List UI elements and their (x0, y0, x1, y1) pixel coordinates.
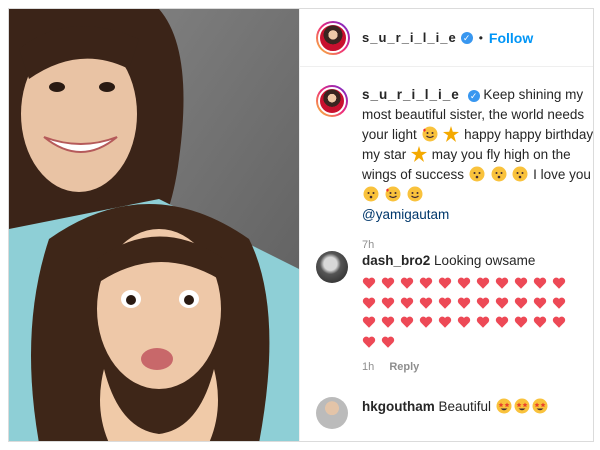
kissing-face-icon (363, 186, 379, 202)
comment-item: hkgoutham Beautiful (316, 397, 593, 429)
header-separator: • (478, 30, 483, 45)
red-heart-icon (400, 278, 414, 290)
red-heart-icon (419, 317, 433, 329)
post-photo[interactable] (9, 9, 299, 441)
photo-illustration (9, 9, 299, 441)
red-heart-icon (438, 278, 452, 290)
red-heart-icon (438, 297, 452, 309)
star-struck-icon (496, 398, 512, 414)
red-heart-icon (419, 278, 433, 290)
red-heart-icon (533, 317, 547, 329)
commenter-avatar[interactable] (316, 251, 348, 283)
red-heart-icon (514, 278, 528, 290)
red-heart-icon (552, 317, 566, 329)
author-username[interactable]: s_u_r_i_l_i_e (362, 30, 457, 45)
sparkle-star-icon (443, 126, 460, 142)
star-struck-icon (532, 398, 548, 414)
comment-text: dash_bro2 Looking owsame (362, 251, 592, 351)
red-heart-icon (476, 297, 490, 309)
red-heart-icon (362, 317, 376, 329)
red-heart-icon (419, 297, 433, 309)
follow-button[interactable]: Follow (489, 30, 533, 46)
red-heart-icon (495, 317, 509, 329)
red-heart-icon (362, 297, 376, 309)
red-heart-icon (362, 336, 376, 348)
red-heart-icon (533, 278, 547, 290)
instagram-post: s_u_r_i_l_i_e ✓ • Follow s_u_r_i_l_i_e ✓… (8, 8, 594, 442)
commenter-username[interactable]: hkgoutham (362, 399, 435, 414)
red-heart-icon (381, 297, 395, 309)
post-caption: s_u_r_i_l_i_e ✓ Keep shining my most bea… (316, 85, 593, 251)
red-heart-icon (400, 297, 414, 309)
comment-body: Looking owsame (434, 253, 536, 268)
mention-link[interactable]: @yamigautam (362, 207, 449, 222)
red-heart-icon (457, 297, 471, 309)
star-struck-icon (514, 398, 530, 414)
smiling-face-with-hearts-icon (422, 126, 438, 142)
verified-badge-icon: ✓ (467, 90, 480, 102)
red-heart-icon (476, 317, 490, 329)
post-side-panel: s_u_r_i_l_i_e ✓ • Follow s_u_r_i_l_i_e ✓… (299, 9, 593, 441)
caption-text: s_u_r_i_l_i_e ✓ Keep shining my most bea… (362, 85, 593, 225)
sparkle-star-icon (411, 146, 428, 162)
kissing-face-icon (491, 166, 507, 182)
verified-badge-icon: ✓ (460, 31, 473, 44)
caption-timestamp[interactable]: 7h (362, 239, 593, 251)
red-heart-icon (381, 278, 395, 290)
caption-username[interactable]: s_u_r_i_l_i_e (362, 87, 460, 102)
red-heart-icon (495, 297, 509, 309)
caption-avatar[interactable] (316, 85, 348, 117)
red-heart-icon (476, 278, 490, 290)
commenter-avatar[interactable] (316, 397, 348, 429)
smiling-face-with-hearts-icon (385, 186, 401, 202)
comment-text: hkgoutham Beautiful (362, 397, 592, 417)
post-header: s_u_r_i_l_i_e ✓ • Follow (300, 9, 593, 67)
red-heart-icon (495, 278, 509, 290)
red-heart-icon (457, 278, 471, 290)
red-heart-icon (552, 278, 566, 290)
comment-item: dash_bro2 Looking owsame 1h Reply (316, 251, 593, 373)
heart-emoji-list (362, 273, 572, 351)
red-heart-icon (438, 317, 452, 329)
red-heart-icon (400, 317, 414, 329)
comment-timestamp[interactable]: 1h (362, 361, 374, 373)
kissing-face-icon (469, 166, 485, 182)
caption-text-part-4: I love you (533, 167, 591, 182)
red-heart-icon (514, 297, 528, 309)
smiling-face-with-hearts-icon (407, 186, 423, 202)
kissing-face-icon (512, 166, 528, 182)
red-heart-icon (552, 297, 566, 309)
red-heart-icon (457, 317, 471, 329)
red-heart-icon (514, 317, 528, 329)
star-struck-emoji-list (495, 398, 549, 414)
commenter-username[interactable]: dash_bro2 (362, 253, 430, 268)
author-avatar[interactable] (316, 20, 350, 55)
comment-meta: 1h Reply (362, 361, 592, 373)
comment-body: Beautiful (438, 399, 492, 414)
red-heart-icon (381, 317, 395, 329)
red-heart-icon (381, 336, 395, 348)
red-heart-icon (362, 278, 376, 290)
reply-button[interactable]: Reply (389, 361, 419, 373)
red-heart-icon (533, 297, 547, 309)
